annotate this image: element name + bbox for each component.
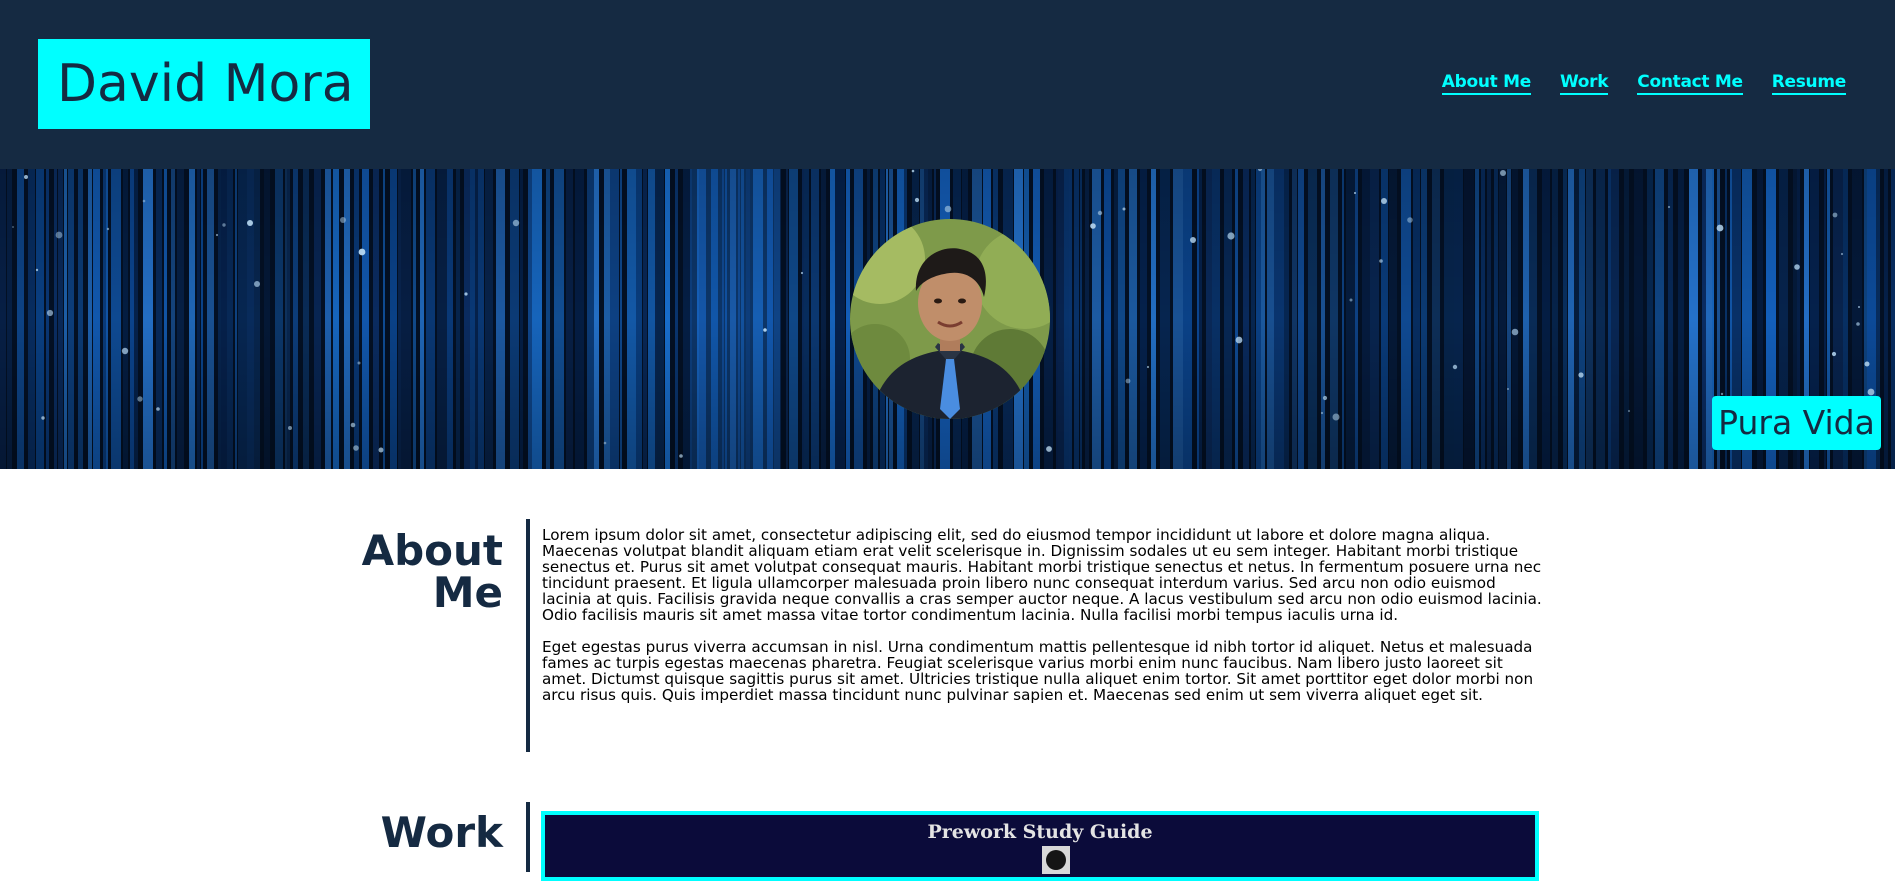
main-nav: About Me Work Contact Me Resume xyxy=(1441,72,1846,95)
project-card-prework-study-guide[interactable]: Prework Study Guide xyxy=(541,811,1539,881)
about-paragraph: Lorem ipsum dolor sit amet, consectetur … xyxy=(542,526,1542,624)
tagline-badge: Pura Vida xyxy=(1712,396,1881,450)
nav-link-work[interactable]: Work xyxy=(1559,72,1609,95)
site-header: David Mora About Me Work Contact Me Resu… xyxy=(0,0,1895,169)
work-section-title: Work xyxy=(380,808,503,857)
about-body: Lorem ipsum dolor sit amet, consectetur … xyxy=(542,527,1542,719)
nav-link-contact-me[interactable]: Contact Me xyxy=(1637,72,1743,95)
site-title: David Mora xyxy=(38,39,370,129)
profile-photo xyxy=(850,219,1050,419)
about-divider xyxy=(526,519,530,752)
about-paragraph: Eget egestas purus viverra accumsan in n… xyxy=(542,638,1534,704)
project-title: Prework Study Guide xyxy=(927,821,1153,843)
about-title-line-2: Me xyxy=(432,568,503,617)
about-title-line-1: About xyxy=(361,526,503,575)
work-divider xyxy=(526,802,530,872)
nav-link-about-me[interactable]: About Me xyxy=(1441,72,1531,95)
github-icon xyxy=(1042,846,1070,874)
about-section-title: About Me xyxy=(330,530,503,614)
nav-link-resume[interactable]: Resume xyxy=(1771,72,1846,95)
